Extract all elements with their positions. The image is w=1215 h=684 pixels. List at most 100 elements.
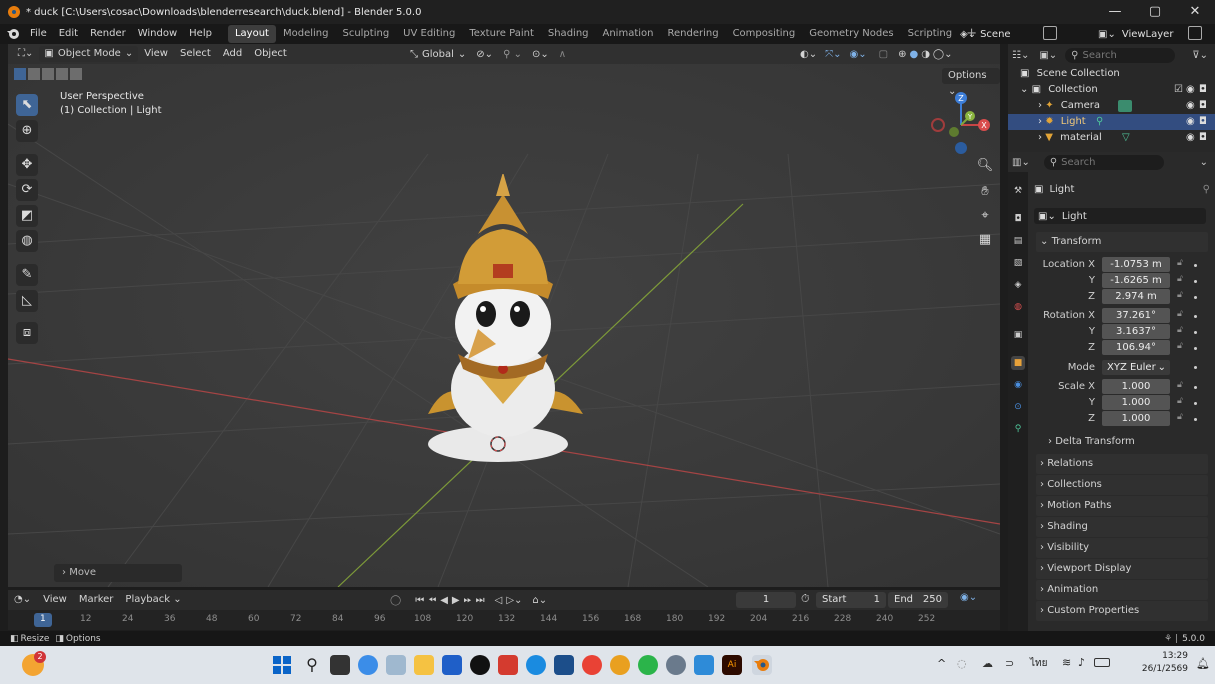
rotation-x-field[interactable]: 37.261°	[1102, 308, 1170, 323]
app-navy-icon[interactable]	[554, 655, 574, 675]
new-scene-icon[interactable]	[1043, 26, 1057, 40]
visibility-panel[interactable]: › Visibility	[1036, 538, 1208, 558]
options-dropdown[interactable]: Options ⌄	[942, 68, 1000, 97]
xray-toggle-icon[interactable]: ▢	[879, 49, 888, 60]
tool-tab-icon[interactable]: ⚒	[1011, 184, 1025, 198]
tab-animation[interactable]: Animation	[596, 24, 661, 44]
keyframe-dot-icon[interactable]	[1194, 402, 1197, 405]
tab-modeling[interactable]: Modeling	[276, 24, 336, 44]
tab-shading[interactable]: Shading	[541, 24, 596, 44]
settings-gear-icon[interactable]	[666, 655, 686, 675]
blender-taskbar-icon[interactable]	[752, 655, 772, 675]
store-icon[interactable]	[386, 655, 406, 675]
tray-link-icon[interactable]: ⊃	[1005, 657, 1014, 670]
task-view-icon[interactable]	[330, 655, 350, 675]
delta-transform-subpanel[interactable]: › Delta Transform	[1048, 436, 1135, 447]
lock-icon[interactable]: 🔓︎	[1177, 290, 1183, 300]
keyframe-next-icon[interactable]: ▷⌄	[506, 595, 522, 606]
custom-properties-panel[interactable]: › Custom Properties	[1036, 601, 1208, 621]
chevron-down-icon[interactable]: ⌄	[1200, 157, 1208, 168]
play-icon[interactable]: ▶	[452, 595, 460, 606]
relations-panel[interactable]: › Relations	[1036, 454, 1208, 474]
play-reverse-icon[interactable]: ◀	[440, 595, 448, 606]
rotate-tool[interactable]: ⟳	[16, 179, 38, 201]
rotation-z-field[interactable]: 106.94°	[1102, 340, 1170, 355]
menu-help[interactable]: Help	[183, 24, 218, 44]
timeline-editor-icon[interactable]: ◔⌄	[8, 590, 37, 610]
lock-icon[interactable]: 🔓︎	[1177, 258, 1183, 268]
scene-selector[interactable]: ◈⌄ Scene	[960, 26, 1011, 42]
clock-time[interactable]: 13:29	[1150, 651, 1188, 661]
menu-file[interactable]: File	[24, 24, 53, 44]
falloff-icon[interactable]: ∧	[559, 49, 566, 60]
mode-dropdown[interactable]: ▣ Object Mode ⌄	[39, 46, 139, 62]
object-data-field[interactable]: ▣⌄ Light	[1034, 208, 1206, 224]
file-explorer-icon[interactable]	[414, 655, 434, 675]
tab-layout[interactable]: Layout	[227, 25, 276, 43]
camera-render-icon[interactable]: ◘	[1199, 114, 1207, 130]
outliner-scene-collection[interactable]: ▣ Scene Collection	[1008, 66, 1215, 82]
outliner-editor-icon[interactable]: ☷⌄	[1012, 50, 1029, 61]
scale-tool[interactable]: ◩	[16, 205, 38, 227]
eye-icon[interactable]: ◉	[1186, 130, 1195, 146]
illustrator-icon[interactable]: Ai	[722, 655, 742, 675]
keyframe-dot-icon[interactable]	[1194, 386, 1197, 389]
cursor-tool[interactable]: ⊕	[16, 120, 38, 142]
keyframe-dot-icon[interactable]	[1194, 418, 1197, 421]
lock-icon[interactable]: 🔓︎	[1177, 325, 1183, 335]
app-dark-icon[interactable]	[470, 655, 490, 675]
animation-panel[interactable]: › Animation	[1036, 580, 1208, 600]
annotate-tool[interactable]: ✎	[16, 264, 38, 286]
timeline-view-menu[interactable]: View	[37, 590, 73, 610]
keyframe-dot-icon[interactable]	[1194, 366, 1197, 369]
viewlayer-selector[interactable]: ▣⌄ ViewLayer	[1098, 26, 1173, 42]
keyframe-dot-icon[interactable]	[1194, 331, 1197, 334]
timeline-view-options-icon[interactable]: ◉⌄	[960, 592, 977, 603]
volume-icon[interactable]: ♪	[1078, 656, 1085, 669]
app-blue-icon[interactable]	[442, 655, 462, 675]
eye-icon[interactable]: ◉	[1186, 98, 1195, 114]
lock-icon[interactable]: 🔓︎	[1177, 396, 1183, 406]
timeline-marker-menu[interactable]: Marker	[73, 590, 120, 610]
location-x-field[interactable]: -1.0753 m	[1102, 257, 1170, 272]
zoom-icon[interactable]: 🔍︎	[975, 156, 995, 176]
transform-panel-header[interactable]: ⌄ Transform	[1036, 232, 1208, 252]
camera-render-icon[interactable]: ◘	[1199, 130, 1207, 146]
jump-keyframe-forward-icon[interactable]: ⏩︎	[464, 595, 472, 606]
tray-app-icon[interactable]: ◌	[957, 657, 967, 670]
timeline-frames[interactable]: 1 12 24 36 48 60 72 84 96 108 120 132 14…	[8, 610, 1000, 630]
lock-icon[interactable]: 🔓︎	[1177, 380, 1183, 390]
current-frame-field[interactable]: 1	[736, 592, 796, 608]
lock-icon[interactable]: 🔓︎	[1177, 412, 1183, 422]
new-viewlayer-icon[interactable]	[1188, 26, 1202, 40]
outliner-item-light[interactable]: › ✹ Light ⚲ ◉ ◘	[1008, 114, 1215, 130]
chrome-canary-icon[interactable]	[610, 655, 630, 675]
render-tab-icon[interactable]: ◘	[1011, 212, 1025, 226]
wifi-icon[interactable]: ≋	[1062, 656, 1071, 669]
3d-viewport[interactable]: ⬉ ⊕ ✥ ⟳ ◩ ◍ ✎ ◺ ⧈ User Perspective (1) C…	[8, 64, 1000, 587]
pan-hand-icon[interactable]: ✋︎	[975, 182, 995, 202]
notification-bell-icon[interactable]: 🔔︎	[1196, 657, 1210, 670]
properties-editor-icon[interactable]: ▥⌄	[1012, 157, 1030, 168]
app-light-blue-icon[interactable]	[694, 655, 714, 675]
solid-shading-icon[interactable]: ●	[909, 49, 918, 60]
last-operation-panel[interactable]: › Move	[54, 564, 182, 582]
scale-z-field[interactable]: 1.000	[1102, 411, 1170, 426]
menu-add[interactable]: Add	[217, 44, 248, 64]
tab-rendering[interactable]: Rendering	[660, 24, 725, 44]
menu-view[interactable]: View	[138, 44, 174, 64]
measure-tool[interactable]: ◺	[16, 290, 38, 312]
menu-select[interactable]: Select	[174, 44, 217, 64]
lock-icon[interactable]: 🔓︎	[1177, 274, 1183, 284]
search-icon[interactable]: ⚲	[302, 655, 322, 675]
snap-icon[interactable]: ⚲ ⌄	[503, 49, 522, 60]
navigation-gizmo[interactable]: Z Y X	[926, 90, 996, 160]
end-frame-field[interactable]: End 250	[888, 592, 948, 608]
outliner-collection[interactable]: ⌄ ▣ Collection ☑ ◉ ◘	[1008, 82, 1215, 98]
outliner-search[interactable]: ⚲ Search	[1065, 47, 1176, 63]
battery-icon[interactable]	[1094, 658, 1110, 667]
tab-scripting[interactable]: Scripting	[901, 24, 959, 44]
menu-render[interactable]: Render	[84, 24, 132, 44]
scale-x-field[interactable]: 1.000	[1102, 379, 1170, 394]
grid-view-icon[interactable]: ▦	[975, 230, 995, 250]
